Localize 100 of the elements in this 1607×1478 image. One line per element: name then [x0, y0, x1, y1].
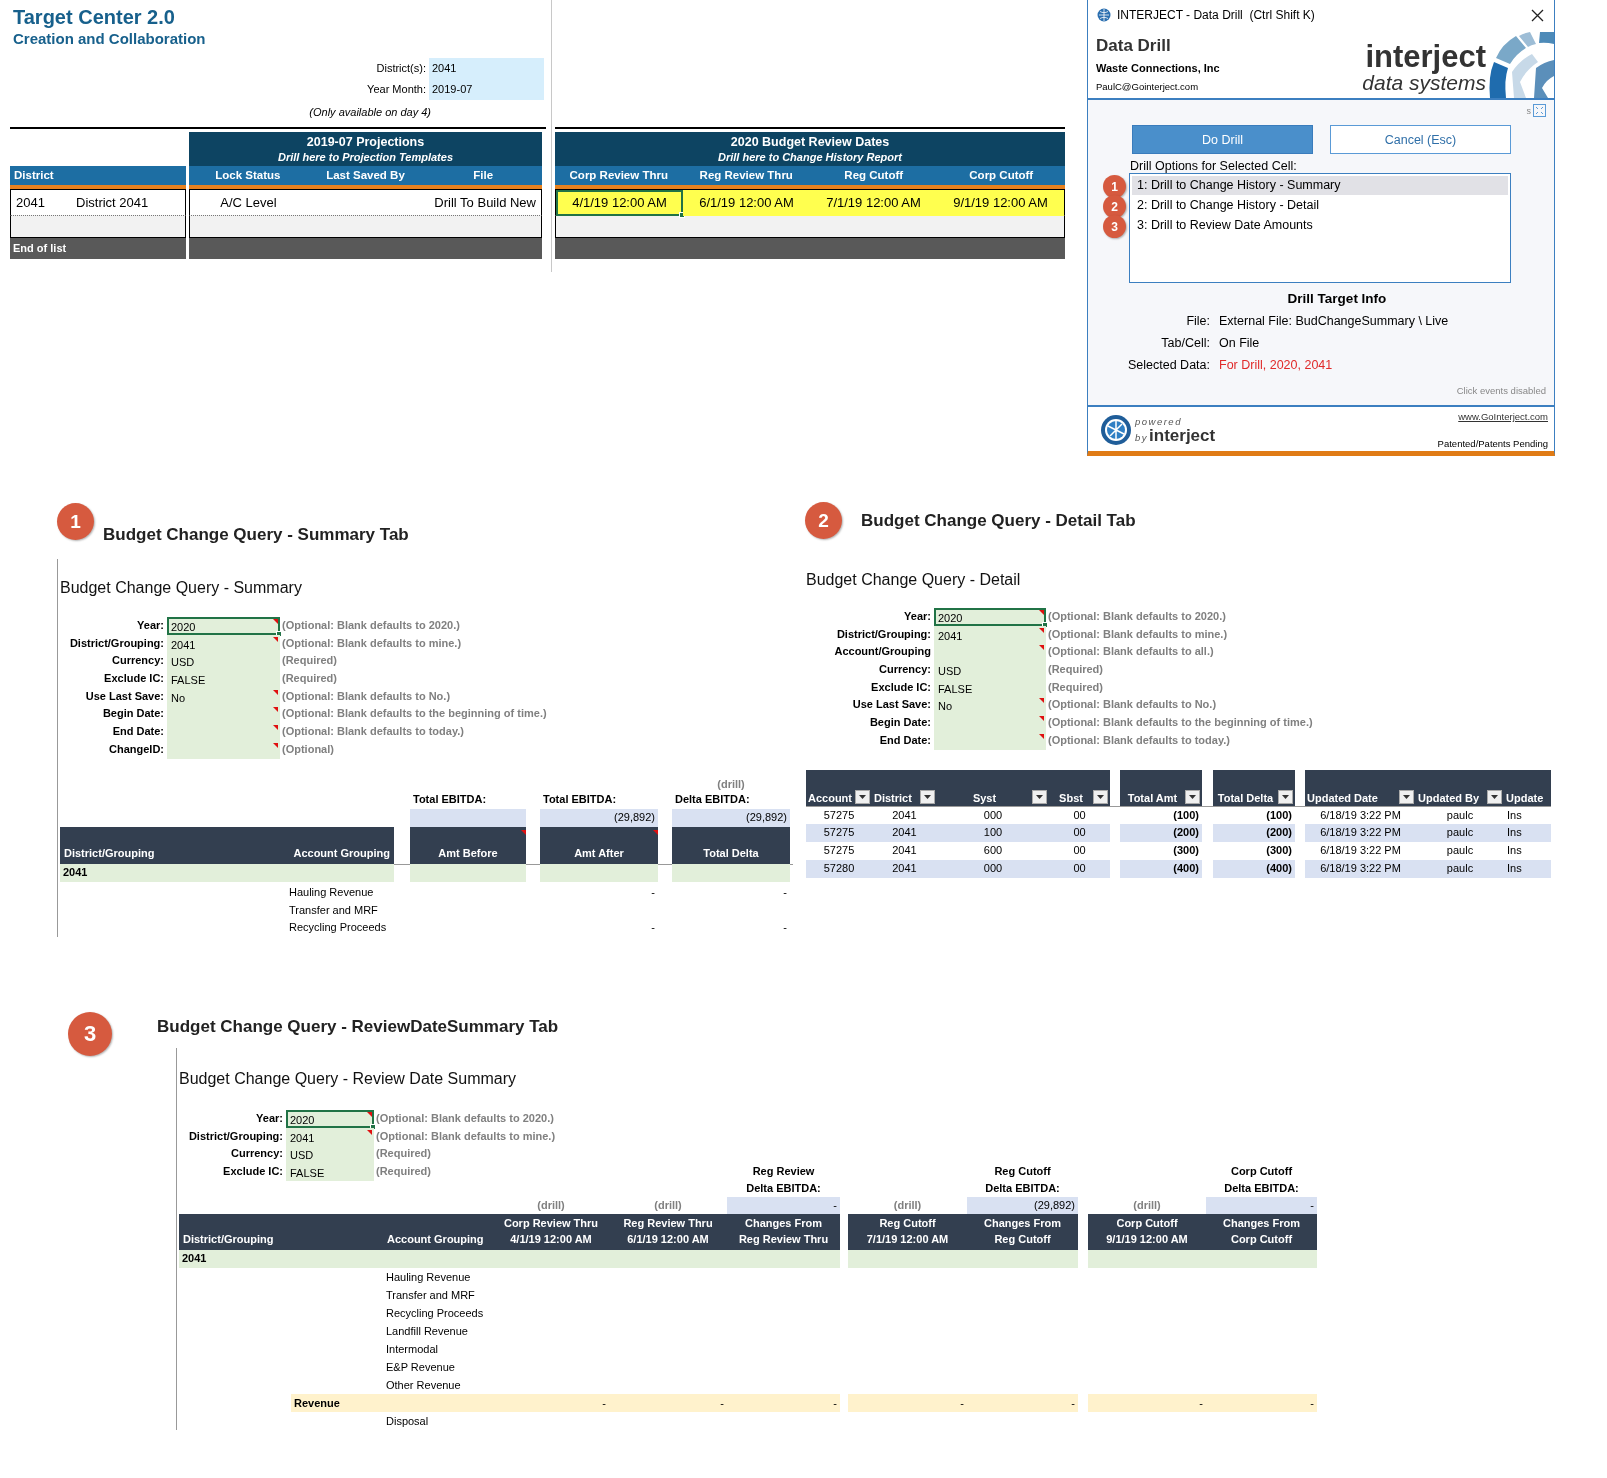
- column-header: Last Saved By: [325, 168, 406, 183]
- group-cell: 2041: [60, 864, 394, 882]
- info-value: For Drill, 2020, 2041: [1219, 358, 1334, 372]
- column-label: Reg Cutoff: [879, 1216, 936, 1232]
- account-cell-text: E&P Revenue: [385, 1360, 456, 1375]
- column-header: District/Grouping: [60, 826, 286, 864]
- field-hint: (Required): [281, 671, 338, 687]
- column-label: Sbst: [1058, 791, 1084, 804]
- total-label: Delta EBITDA:: [746, 1180, 821, 1196]
- date-cell[interactable]: 9/1/19 12:00 AM: [937, 190, 1064, 216]
- sheet-title: Budget Change Query - Review Date Summary: [179, 1070, 518, 1088]
- window-title: INTERJECT - Data Drill (Ctrl Shift K): [1117, 8, 1316, 22]
- date-cell[interactable]: 7/1/19 12:00 AM: [810, 190, 937, 216]
- input-field[interactable]: 2019-07: [429, 79, 544, 100]
- field-hint: (Optional: Blank defaults to the beginning of time.): [1047, 715, 1313, 731]
- input-field[interactable]: FALSE: [286, 1163, 374, 1181]
- filter-button[interactable]: [1278, 789, 1293, 804]
- date-cell[interactable]: 6/1/19 12:00 AM: [683, 190, 810, 216]
- input-field[interactable]: 2020: [934, 608, 1046, 626]
- list-option[interactable]: 3: Drill to Review Date Amounts: [1132, 216, 1508, 235]
- caret-icon: [924, 794, 931, 799]
- account-cell-text: Landfill Revenue: [385, 1324, 469, 1339]
- table-cell: -: [1088, 1394, 1206, 1412]
- cancel-button[interactable]: Cancel (Esc): [1330, 125, 1511, 154]
- filter-button[interactable]: [1032, 789, 1047, 804]
- field-label: Year:: [255, 1111, 284, 1126]
- drill-label[interactable]: (drill): [537, 1198, 565, 1211]
- filter-button[interactable]: [855, 789, 870, 804]
- section-heading: Drill Target Info: [1287, 291, 1387, 306]
- input-field[interactable]: 2020: [286, 1110, 374, 1128]
- field-label: Year:: [903, 609, 932, 624]
- field-label: Begin Date:: [101, 706, 165, 722]
- table-cell-text: A/C Level: [219, 195, 278, 210]
- user-email: PaulC@Gointerject.com: [1096, 81, 1200, 92]
- field-label: Exclude IC:: [103, 671, 165, 687]
- caret-icon: [1036, 794, 1043, 799]
- input-field[interactable]: No: [934, 696, 1046, 715]
- total-cell: (29,892): [540, 809, 658, 827]
- website-link[interactable]: www.GoInterject.com: [1458, 411, 1548, 422]
- total-label: Total EBITDA:: [412, 791, 488, 807]
- input-field[interactable]: 2020: [167, 617, 280, 635]
- input-field[interactable]: FALSE: [167, 670, 280, 688]
- account-cell-text: Hauling Revenue: [385, 1270, 472, 1285]
- filter-button[interactable]: [920, 789, 935, 804]
- drill-label[interactable]: (drill): [654, 1198, 682, 1211]
- drill-label[interactable]: (drill): [1133, 1198, 1161, 1211]
- step-badge: 3: [68, 1012, 112, 1056]
- total-cell: -: [1206, 1196, 1317, 1215]
- table-cell-text: District 2041: [75, 195, 150, 210]
- column-header: Lock Status: [214, 168, 282, 183]
- list-option[interactable]: 1: Drill to Change History - Summary: [1132, 176, 1508, 195]
- caret-icon: [1491, 794, 1498, 799]
- info-label: File:: [1185, 314, 1211, 328]
- column-label: 9/1/19 12:00 AM: [1106, 1232, 1188, 1248]
- input-field[interactable]: 2041: [429, 58, 544, 79]
- section-banner[interactable]: 2019-07 Projections Drill here to Projection Templates: [189, 132, 542, 166]
- field-label: District/Grouping:: [835, 626, 932, 642]
- field-hint: (Optional: Blank defaults to the beginning of time.): [281, 706, 547, 722]
- section-banner[interactable]: 2020 Budget Review Dates Drill here to Change History Report: [555, 132, 1065, 166]
- total-label: Delta EBITDA:: [985, 1180, 1060, 1196]
- column-label: Updated By: [1418, 791, 1481, 804]
- filter-button[interactable]: [1185, 789, 1200, 804]
- input-field[interactable]: USD: [934, 661, 1046, 679]
- input-field[interactable]: USD: [167, 652, 280, 671]
- table-cell: 00: [1049, 824, 1110, 843]
- table-cell: -: [967, 1394, 1078, 1412]
- table-cell: Ins: [1504, 824, 1551, 843]
- total-cell: -: [727, 1196, 840, 1215]
- column-label: Changes From: [1223, 1216, 1300, 1232]
- field-label: District/Grouping:: [68, 635, 165, 651]
- list-option[interactable]: 2: Drill to Change History - Detail: [1132, 196, 1508, 215]
- date-cell[interactable]: 4/1/19 12:00 AM: [556, 190, 683, 216]
- expand-icon[interactable]: [1533, 104, 1546, 117]
- filter-button[interactable]: [1399, 789, 1414, 804]
- filter-button[interactable]: [1487, 789, 1502, 804]
- field-hint: (Required): [1047, 662, 1104, 678]
- logo-wordmark: interject: [1365, 42, 1486, 72]
- field-label: Currency:: [230, 1146, 284, 1162]
- column-label: Total Delta: [1216, 791, 1275, 804]
- app-subtitle: Creation and Collaboration: [13, 29, 207, 48]
- table-cell: 6/18/19 3:22 PM: [1305, 824, 1416, 843]
- filter-button[interactable]: [1093, 789, 1108, 804]
- drill-label[interactable]: (drill): [717, 777, 745, 790]
- column-label: Changes From: [745, 1216, 822, 1232]
- column-header: File: [472, 168, 495, 183]
- caret-icon: [1189, 794, 1196, 799]
- drill-label[interactable]: (drill): [893, 1198, 922, 1211]
- field-label: Currency:: [111, 653, 165, 669]
- table-cell-text: -: [782, 885, 788, 901]
- column-label: 4/1/19 12:00 AM: [510, 1232, 592, 1248]
- globe-icon: [1100, 414, 1132, 446]
- table-cell-text: Drill To Build New: [433, 195, 537, 210]
- globe-icon: [1097, 8, 1111, 22]
- column-label: Syst: [971, 791, 998, 804]
- column-header: Amt Before: [410, 826, 526, 864]
- input-field[interactable]: USD: [286, 1145, 374, 1164]
- field-label: End Date:: [111, 724, 165, 740]
- column-header: Amt After: [540, 826, 658, 864]
- end-of-list-row: End of list: [10, 237, 186, 259]
- logo-arc-drawing: [1486, 32, 1554, 98]
